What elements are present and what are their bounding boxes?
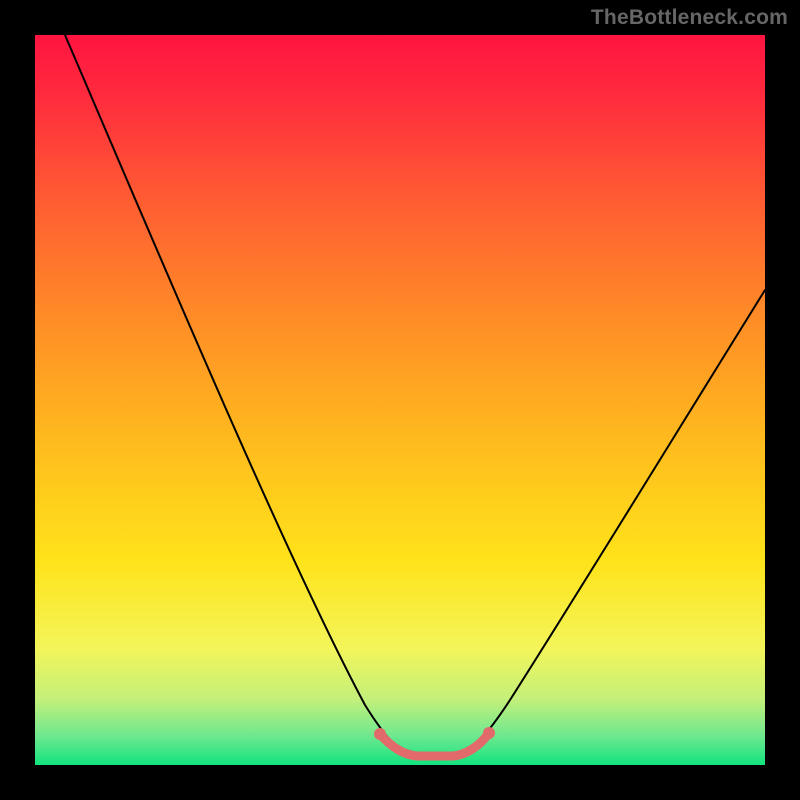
watermark-text: TheBottleneck.com: [591, 6, 788, 30]
marker-right-dot: [483, 727, 495, 739]
marker-left-dot: [374, 728, 386, 740]
bottleneck-chart: [35, 35, 765, 765]
chart-stage: TheBottleneck.com: [0, 0, 800, 800]
gradient-background: [35, 35, 765, 765]
